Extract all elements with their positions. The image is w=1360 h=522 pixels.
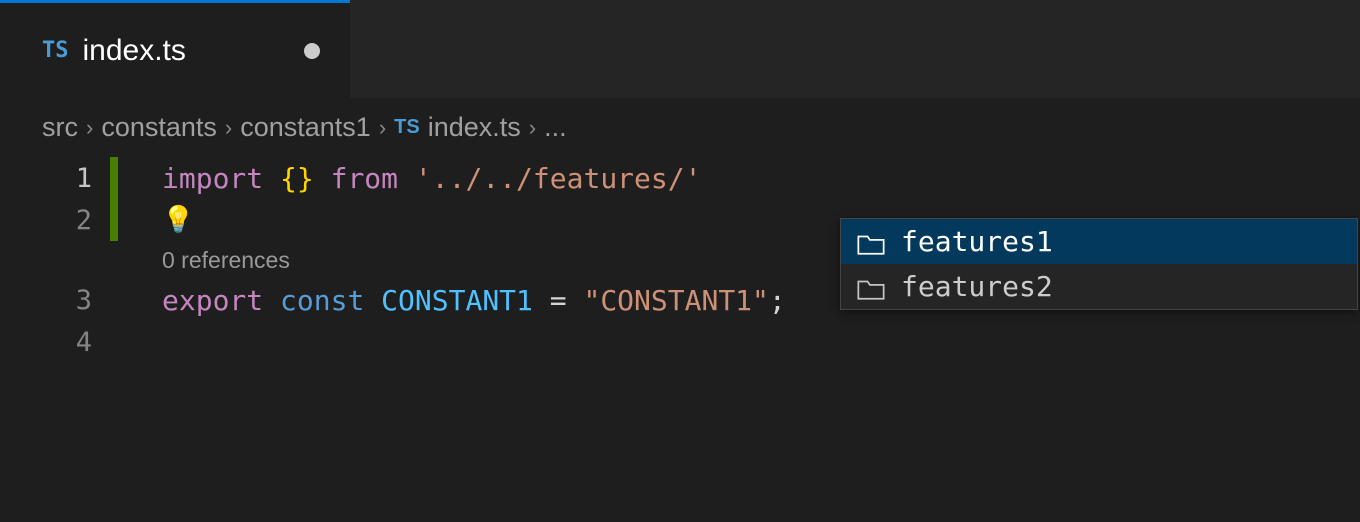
chevron-right-icon: › (86, 115, 93, 141)
line-number: 3 (0, 285, 110, 316)
diff-added-indicator (110, 157, 118, 199)
folder-icon (857, 230, 885, 253)
keyword-const: const (280, 284, 364, 317)
modified-indicator-icon (304, 43, 320, 59)
line-number: 2 (0, 205, 110, 236)
chevron-right-icon: › (379, 115, 386, 141)
typescript-icon: TS (394, 116, 420, 139)
keyword-from: from (331, 162, 398, 195)
line-number: 1 (0, 163, 110, 194)
breadcrumb-file[interactable]: index.ts (428, 112, 521, 143)
tab-left: TS index.ts (42, 34, 186, 68)
diff-added-indicator (110, 199, 118, 241)
gutter-indicator (110, 279, 118, 321)
braces: {} (280, 162, 314, 195)
keyword-import: import (162, 162, 263, 195)
breadcrumb-trailing[interactable]: ... (544, 112, 567, 143)
lightbulb-icon[interactable]: 💡 (118, 205, 194, 235)
suggestion-label: features1 (901, 225, 1053, 258)
breadcrumb-part[interactable]: src (42, 112, 78, 143)
breadcrumb-part[interactable]: constants (101, 112, 217, 143)
suggestion-item[interactable]: features1 (841, 219, 1357, 264)
gutter-indicator (110, 321, 118, 363)
typescript-icon: TS (42, 38, 69, 63)
semicolon: ; (769, 284, 786, 317)
tab-title: index.ts (83, 34, 186, 68)
chevron-right-icon: › (529, 115, 536, 141)
constant-name: CONSTANT1 (381, 284, 533, 317)
code-content[interactable]: export const CONSTANT1 = "CONSTANT1"; (118, 284, 786, 317)
tab-bar: TS index.ts (0, 0, 1360, 98)
suggestion-label: features2 (901, 270, 1053, 303)
code-content[interactable]: import {} from '../../features/' (118, 162, 701, 195)
keyword-export: export (162, 284, 263, 317)
string-literal: '../../features/' (415, 162, 702, 195)
breadcrumb-part[interactable]: constants1 (240, 112, 371, 143)
operator-equals: = (550, 284, 567, 317)
code-line[interactable]: 4 (0, 321, 1360, 363)
suggestion-popup[interactable]: features1 features2 (840, 218, 1358, 310)
suggestion-item[interactable]: features2 (841, 264, 1357, 309)
chevron-right-icon: › (225, 115, 232, 141)
editor-tab[interactable]: TS index.ts (0, 0, 350, 98)
folder-icon (857, 275, 885, 298)
code-line[interactable]: 1 import {} from '../../features/' (0, 157, 1360, 199)
string-literal: "CONSTANT1" (583, 284, 768, 317)
breadcrumb[interactable]: src › constants › constants1 › TS index.… (0, 98, 1360, 157)
line-number: 4 (0, 327, 110, 358)
